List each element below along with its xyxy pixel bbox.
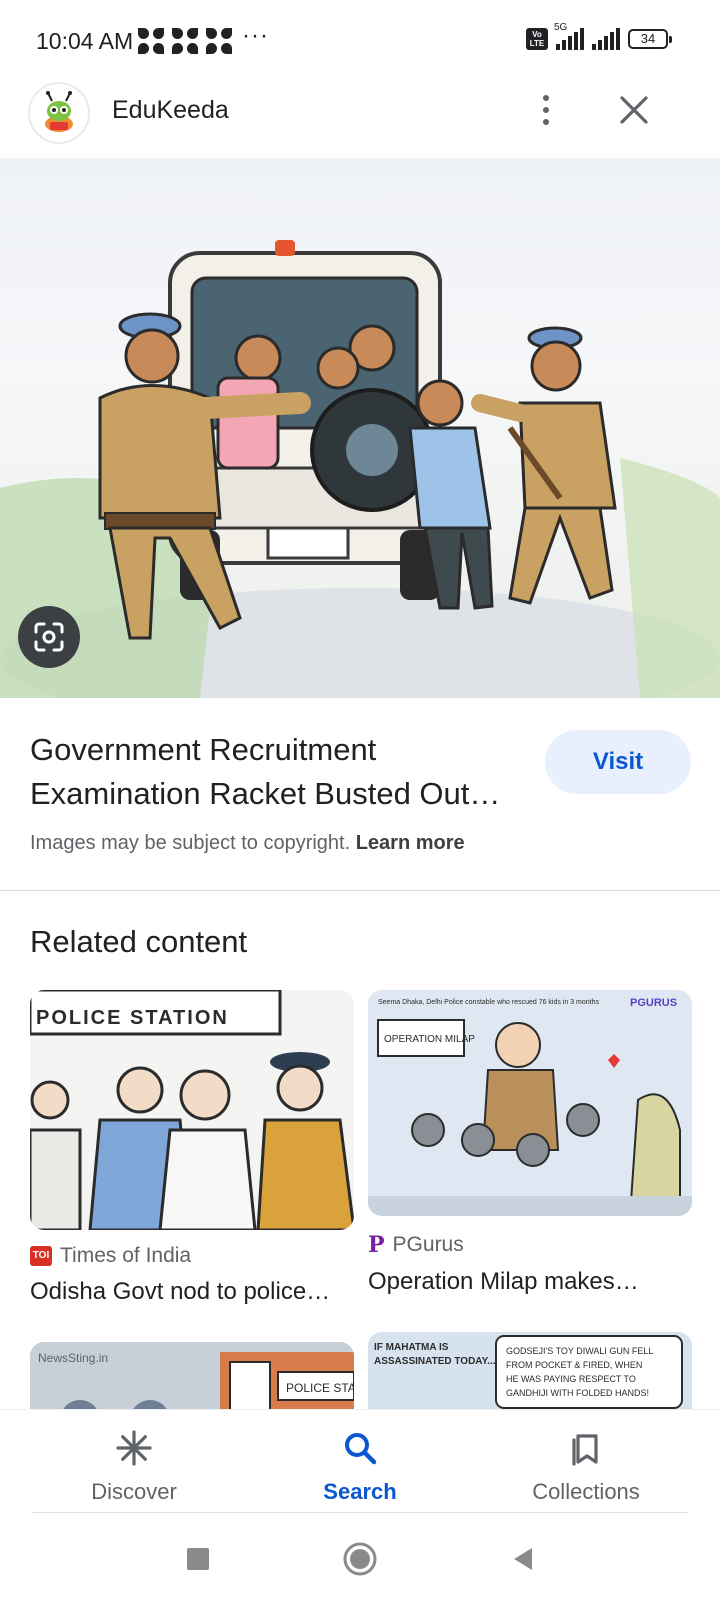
- related-card-thumbnail[interactable]: IF MAHATMA IS ASSASSINATED TODAY... GODS…: [368, 1332, 692, 1422]
- copyright-text: Images may be subject to copyright.: [30, 832, 351, 854]
- google-lens-button[interactable]: [18, 606, 80, 668]
- home-circle-icon: [343, 1542, 377, 1576]
- asterisk-icon: [116, 1430, 152, 1466]
- more-notifications-icon: ···: [242, 22, 269, 49]
- related-card-source: TOI Times of India: [30, 1244, 354, 1268]
- collections-icon: [572, 1434, 598, 1466]
- related-content-heading: Related content: [30, 924, 248, 959]
- viewer-header: EduKeeda: [0, 78, 720, 144]
- learn-more-link[interactable]: Learn more: [356, 832, 465, 854]
- related-card-caption[interactable]: Operation Milap makes…: [368, 1268, 692, 1296]
- battery-icon: 34: [628, 29, 672, 49]
- copyright-notice: Images may be subject to copyright. Lear…: [30, 832, 465, 855]
- result-image[interactable]: [0, 158, 720, 698]
- svg-text:NewsSting.in: NewsSting.in: [38, 1351, 108, 1365]
- related-card[interactable]: Seema Dhaka, Delhi Police constable who …: [368, 990, 692, 1296]
- visit-button[interactable]: Visit: [545, 730, 691, 794]
- bug-mascot-icon: [45, 91, 73, 132]
- svg-text:POLICE STATION: POLICE STATION: [36, 1007, 229, 1029]
- signal-icon: [592, 28, 620, 50]
- related-card[interactable]: POLICE STATION TOI Times of India Odisha…: [30, 990, 354, 1306]
- nav-collections[interactable]: Collections: [486, 1428, 686, 1505]
- close-icon: [620, 96, 648, 124]
- close-button[interactable]: [608, 84, 660, 136]
- pinwheel-icon: [206, 28, 232, 54]
- svg-text:OPERATION MILAP: OPERATION MILAP: [384, 1034, 475, 1045]
- nav-discover[interactable]: Discover: [34, 1428, 234, 1505]
- notification-icons: [138, 28, 232, 54]
- police-cartoon-illustration: [0, 240, 720, 698]
- pinwheel-icon: [172, 28, 198, 54]
- svg-text:POLICE STA: POLICE STA: [286, 1381, 354, 1395]
- recents-button[interactable]: [173, 1534, 223, 1584]
- pinwheel-icon: [138, 28, 164, 54]
- lens-icon: [34, 622, 64, 652]
- related-card[interactable]: IF MAHATMA IS ASSASSINATED TODAY... GODS…: [368, 1332, 692, 1422]
- times-of-india-icon: TOI: [30, 1246, 52, 1266]
- back-triangle-icon: [514, 1548, 532, 1570]
- nav-search[interactable]: Search: [260, 1428, 460, 1505]
- related-card-caption[interactable]: Odisha Govt nod to police…: [30, 1278, 354, 1306]
- recents-square-icon: [187, 1548, 209, 1570]
- divider: [32, 1512, 688, 1513]
- more-options-button[interactable]: [520, 84, 572, 136]
- site-name[interactable]: EduKeeda: [112, 96, 229, 125]
- volte-icon: Vo LTE: [526, 28, 548, 50]
- divider: [0, 890, 720, 891]
- home-button[interactable]: [335, 1534, 385, 1584]
- signal-5g-icon: 5G: [554, 22, 584, 50]
- status-bar: 10:04 AM ··· Vo LTE 5G 34: [0, 0, 720, 84]
- search-icon: [345, 1433, 377, 1465]
- more-vert-icon: [543, 95, 549, 101]
- svg-text:PGURUS: PGURUS: [630, 997, 677, 1009]
- system-navigation-bar: [0, 1514, 720, 1600]
- related-card-source: P PGurus: [368, 1232, 464, 1258]
- site-logo[interactable]: [28, 82, 90, 144]
- pgurus-icon: P: [368, 1232, 385, 1258]
- bottom-navigation: Discover Search Collections: [0, 1410, 720, 1514]
- related-card-thumbnail[interactable]: POLICE STATION: [30, 990, 354, 1230]
- related-card-thumbnail[interactable]: Seema Dhaka, Delhi Police constable who …: [368, 990, 692, 1216]
- svg-text:Seema Dhaka, Delhi Police cons: Seema Dhaka, Delhi Police constable who …: [378, 999, 600, 1006]
- status-time: 10:04 AM: [36, 28, 134, 54]
- status-icons: Vo LTE 5G 34: [526, 22, 672, 50]
- back-button[interactable]: [498, 1534, 548, 1584]
- result-title[interactable]: Government Recruitment Examination Racke…: [30, 728, 530, 816]
